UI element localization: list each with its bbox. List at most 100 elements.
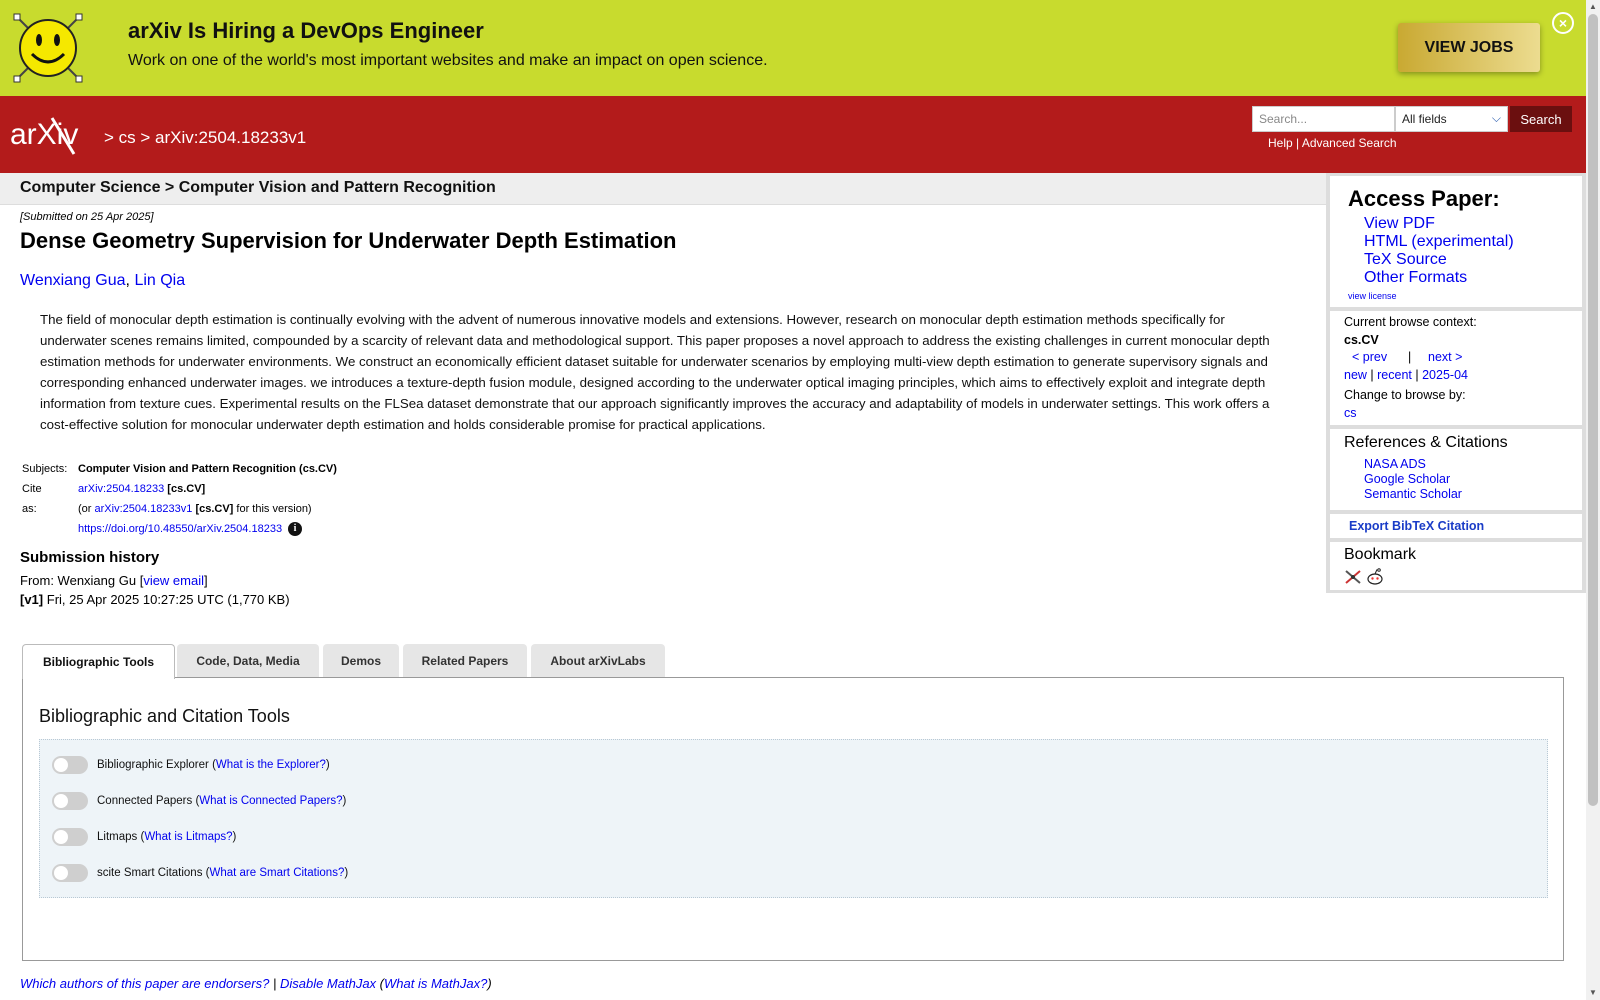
advanced-search-link[interactable]: Advanced Search [1302,136,1397,150]
scroll-up-icon[interactable]: ▲ [1589,2,1597,11]
subjects-value: Computer Vision and Pattern Recognition … [78,463,337,475]
footer-separator: | [272,976,277,991]
html-link[interactable]: HTML (experimental) [1364,233,1514,251]
disable-mathjax-link[interactable]: Disable MathJax [280,976,376,991]
cite-label: Cite as: [22,483,42,515]
export-box: Export BibTeX Citation [1330,514,1582,538]
search-button[interactable]: Search [1510,106,1572,132]
category-bar: Computer Science > Computer Vision and P… [0,173,1326,205]
cite-id-link[interactable]: arXiv:2504.18233 [78,483,164,495]
browse-context: cs.CV [1344,333,1379,347]
help-link[interactable]: Help [1268,136,1293,150]
submission-from: From: Wenxiang Gu [view email] [20,573,208,588]
author-link[interactable]: Wenxiang Gua [20,272,126,289]
tool-info-link[interactable]: What is Litmaps? [144,831,232,843]
abstract: The field of monocular depth estimation … [40,312,1270,432]
google-scholar-link[interactable]: Google Scholar [1364,472,1450,486]
nav-separator: | [1408,350,1412,364]
tool-info-link[interactable]: What are Smart Citations? [209,867,344,879]
prev-link[interactable]: < prev [1352,350,1387,364]
tab-demos[interactable]: Demos [323,644,399,677]
paper-title: Dense Geometry Supervision for Underwate… [20,228,677,253]
browse-context-box: Current browse context: cs.CV < prev | n… [1330,311,1582,425]
link-separator: | [1296,136,1300,150]
nasa-ads-link[interactable]: NASA ADS [1364,457,1426,471]
field-select-value: All fields [1402,112,1447,126]
other-formats-link[interactable]: Other Formats [1364,269,1467,287]
view-pdf-link[interactable]: View PDF [1364,215,1435,233]
site-header: arXiv > cs > arXiv:2504.18233v1 All fiel… [0,96,1586,173]
list-item: scite Smart Citations (What are Smart Ci… [52,863,348,883]
arxiv-logo[interactable]: arXiv [10,114,102,156]
hiring-banner: arXiv Is Hiring a DevOps Engineer Work o… [0,0,1586,96]
tool-name: scite Smart Citations [97,867,203,879]
connected-papers-toggle[interactable] [52,792,88,810]
new-link[interactable]: new [1344,368,1367,382]
version-id-link[interactable]: arXiv:2504.18233v1 [95,503,193,515]
info-icon[interactable]: i [288,522,303,537]
bibliographic-explorer-toggle[interactable] [52,756,88,774]
recent-link[interactable]: recent [1377,368,1412,382]
tex-source-link[interactable]: TeX Source [1364,251,1447,269]
version-suffix: for this version) [236,503,312,515]
search-help-links: Help | Advanced Search [1268,136,1397,150]
breadcrumb[interactable]: > cs > arXiv:2504.18233v1 [104,128,306,148]
vertical-scrollbar[interactable]: ▲ ▼ [1586,0,1600,1000]
bookmark-box: Bookmark [1330,542,1582,590]
banner-text: Work on one of the world's most importan… [128,52,768,69]
export-bibtex-link[interactable]: Export BibTeX Citation [1349,519,1484,533]
from-prefix: From: Wenxiang Gu [ [20,573,144,588]
chevron-down-icon: ⌵ [1491,111,1501,125]
tab-panel: Bibliographic and Citation Tools Bibliog… [22,677,1564,961]
field-select[interactable]: All fields ⌵ [1395,106,1508,132]
scite-toggle[interactable] [52,864,88,882]
access-paper-title: Access Paper: [1348,186,1500,211]
cite-category: [cs.CV] [167,483,206,495]
tool-info-link[interactable]: What is Connected Papers? [199,795,342,807]
tab-bibliographic-tools[interactable]: Bibliographic Tools [22,644,175,679]
endorsers-link[interactable]: Which authors of this paper are endorser… [20,976,269,991]
browse-cs-link[interactable]: cs [1344,406,1357,420]
month-link[interactable]: 2025-04 [1422,368,1468,382]
change-browse-label: Change to browse by: [1344,388,1466,402]
tool-name: Litmaps [97,831,138,843]
panel-title: Bibliographic and Citation Tools [39,706,290,726]
litmaps-toggle[interactable] [52,828,88,846]
submitted-date: [Submitted on 25 Apr 2025] [20,211,154,223]
next-link[interactable]: next > [1428,350,1462,364]
scrollbar-thumb[interactable] [1588,14,1598,806]
sidebar: Access Paper: View PDF HTML (experimenta… [1326,173,1586,593]
tab-code-data-media[interactable]: Code, Data, Media [177,644,319,677]
doi-link[interactable]: https://doi.org/10.48550/arXiv.2504.1823… [78,523,282,535]
view-email-link[interactable]: view email [143,573,204,588]
list-item: Litmaps (What is Litmaps?) [52,827,236,847]
tab-about-arxivlabs[interactable]: About arXivLabs [531,644,665,677]
version-category: [cs.CV] [195,503,234,515]
tool-name: Connected Papers [97,795,193,807]
list-item: Connected Papers (What is Connected Pape… [52,791,346,811]
browse-period-links: new | recent | 2025-04 [1344,368,1468,382]
search-input[interactable] [1252,106,1395,132]
bibsonomy-icon[interactable] [1344,569,1362,585]
view-license-link[interactable]: view license [1348,291,1397,301]
tool-name: Bibliographic Explorer [97,759,209,771]
references-title: References & Citations [1344,434,1508,451]
browse-label: Current browse context: [1344,315,1477,329]
scroll-down-icon[interactable]: ▼ [1589,988,1597,997]
authors: Wenxiang Gua, Lin Qia [20,272,185,290]
reddit-icon[interactable] [1366,568,1384,586]
tab-related-papers[interactable]: Related Papers [403,644,527,677]
view-jobs-button[interactable]: VIEW JOBS [1398,23,1540,72]
author-link[interactable]: Lin Qia [134,272,185,289]
smiley-icon [13,13,83,83]
version-label: [v1] [20,592,44,607]
close-circle-icon[interactable]: × [1552,12,1574,34]
tool-info-link[interactable]: What is the Explorer? [216,759,326,771]
list-item: Bibliographic Explorer (What is the Expl… [52,755,330,775]
semantic-scholar-link[interactable]: Semantic Scholar [1364,487,1462,501]
access-paper-box: Access Paper: View PDF HTML (experimenta… [1330,176,1582,307]
what-mathjax-link[interactable]: What is MathJax? [384,976,487,991]
from-suffix: ] [204,573,208,588]
version-prefix: (or [78,503,92,515]
footer-links: Which authors of this paper are endorser… [20,976,492,991]
